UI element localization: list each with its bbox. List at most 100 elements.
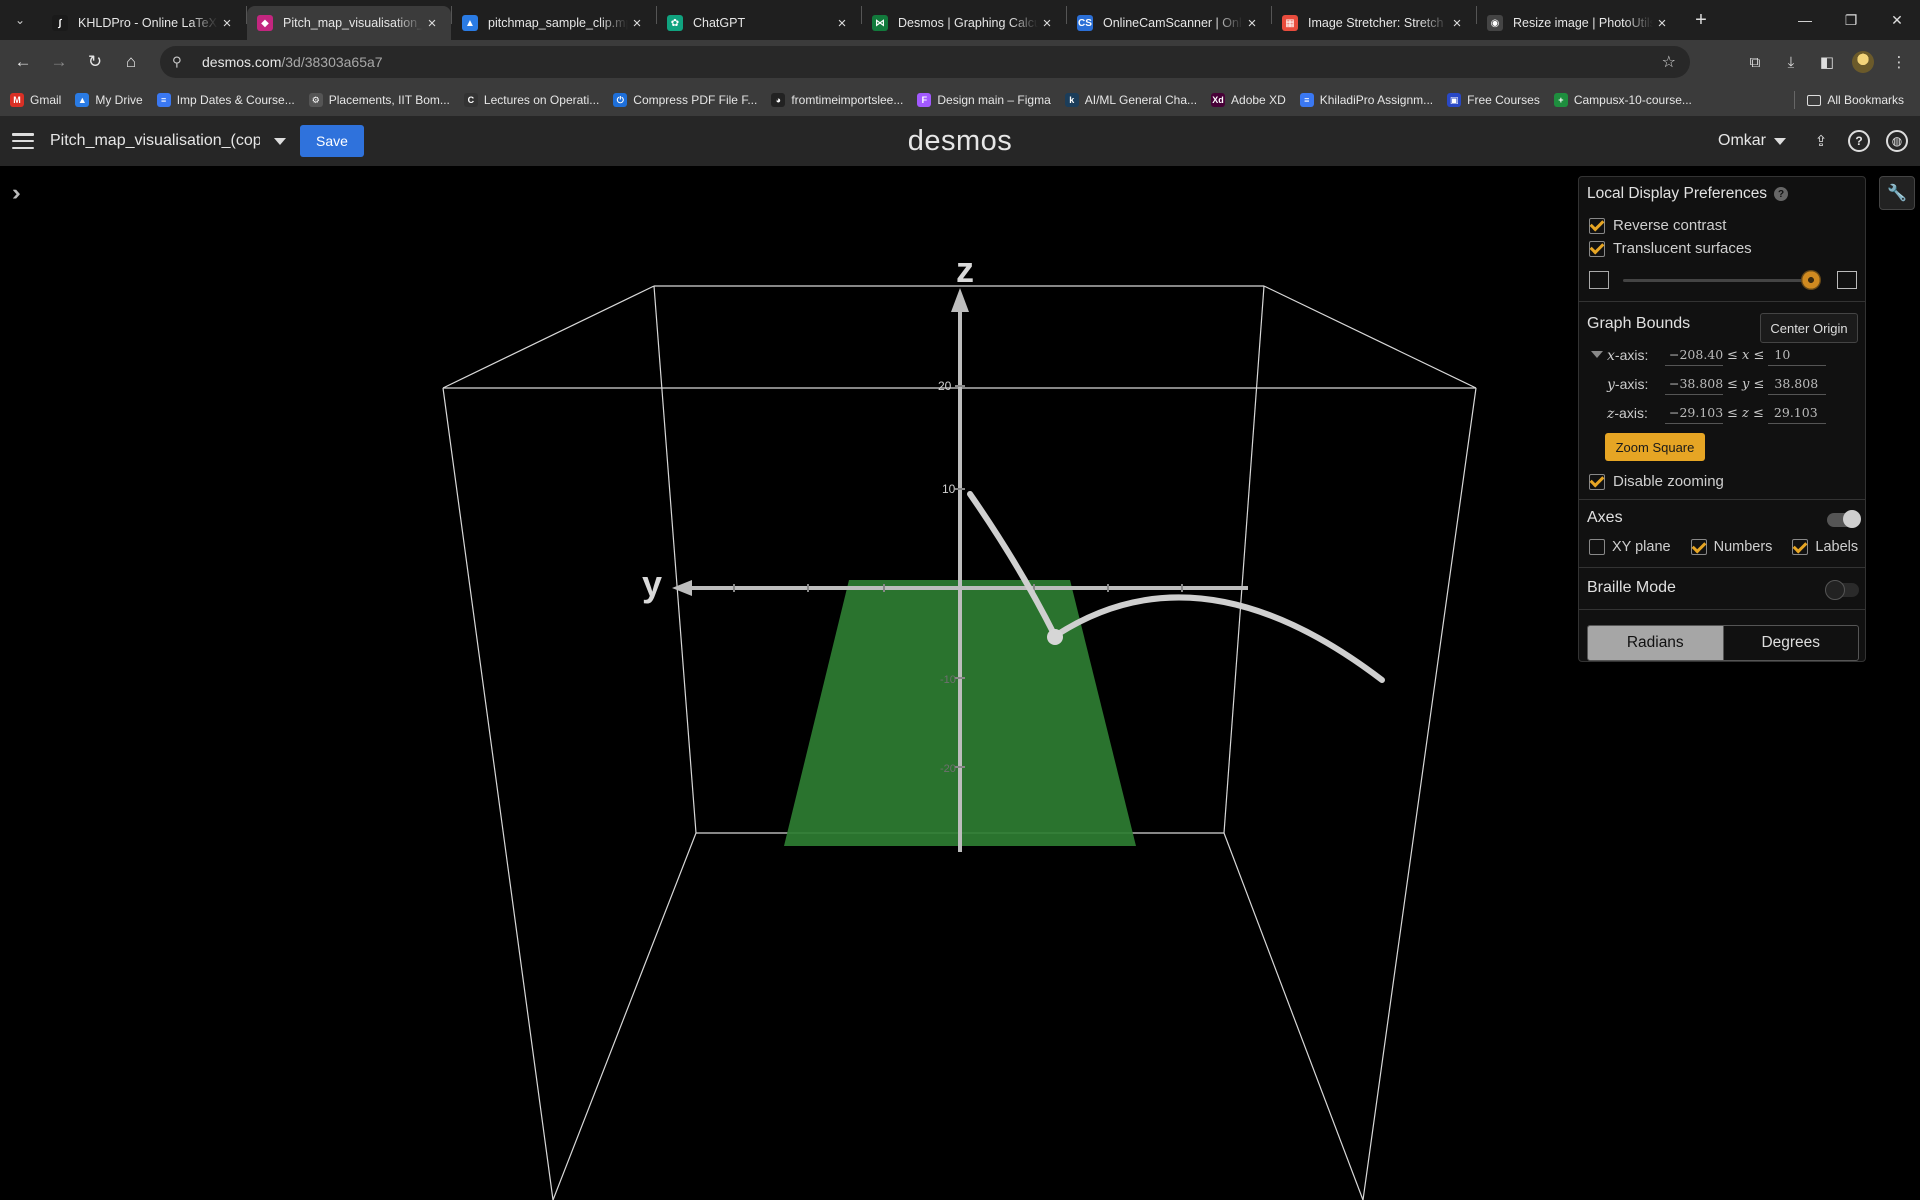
tab-close-icon[interactable]: ×	[1448, 15, 1466, 32]
window-controls: — ❐ ✕	[1782, 0, 1920, 40]
camera-icon: ◉	[1487, 15, 1503, 31]
y-max-input[interactable]: 38.808	[1768, 373, 1827, 395]
tab-close-icon[interactable]: ×	[1653, 15, 1671, 32]
bookmark-label: My Drive	[95, 93, 143, 107]
z-max-input[interactable]: 29.103	[1767, 402, 1826, 424]
khld-icon: ∫	[52, 15, 68, 31]
z-axis-bound-label: z-axis:	[1607, 404, 1648, 422]
bookmark-item[interactable]: ⏻ Compress PDF File F...	[613, 93, 757, 107]
bookmark-item[interactable]: ▲ My Drive	[75, 93, 143, 107]
center-origin-button[interactable]: Center Origin	[1760, 313, 1858, 343]
tab-close-icon[interactable]: ×	[833, 15, 851, 32]
bookmark-item[interactable]: M Gmail	[10, 93, 61, 107]
tab-search-button[interactable]: ⌄	[6, 6, 34, 34]
braille-mode-toggle[interactable]	[1825, 580, 1859, 600]
browser-tab[interactable]: ◆ Pitch_map_visualisation_(copy)×	[247, 6, 451, 40]
tab-close-icon[interactable]: ×	[1243, 15, 1261, 32]
bookmark-star-icon[interactable]: ☆	[1662, 52, 1676, 72]
x-axis-bounds-row: x-axis: −208.40 ≤ x ≤ 10	[1607, 343, 1827, 367]
translucent-surfaces-row[interactable]: Translucent surfaces	[1589, 240, 1752, 257]
browser-tab[interactable]: CS OnlineCamScanner | Online ×	[1067, 6, 1271, 40]
browser-tab[interactable]: ▲ pitchmap_sample_clip.mp4 ×	[452, 6, 656, 40]
bookmark-item[interactable]: Xd Adobe XD	[1211, 93, 1286, 107]
zoom-square-button[interactable]: Zoom Square	[1605, 433, 1705, 461]
extensions-icon[interactable]: ⧉	[1744, 54, 1766, 71]
bookmark-item[interactable]: + Campusx-10-course...	[1553, 93, 1692, 107]
bookmark-item[interactable]: C Lectures on Operati...	[463, 93, 599, 107]
opacity-slider-track[interactable]	[1623, 279, 1813, 282]
browser-tab[interactable]: ∫ KHLDPro - Online LaTeX Editor×	[42, 6, 246, 40]
labels-checkbox[interactable]	[1792, 539, 1809, 555]
desmos-icon: ⋈	[872, 15, 888, 31]
disable-zooming-checkbox[interactable]	[1589, 473, 1605, 490]
bookmark-label: AI/ML General Cha...	[1084, 93, 1198, 107]
site-info-icon[interactable]: ⚲	[172, 54, 192, 70]
x-min-input[interactable]: −208.40	[1665, 344, 1723, 366]
radians-button[interactable]: Radians	[1588, 626, 1723, 660]
bookmark-item[interactable]: F Design main – Figma	[917, 93, 1051, 107]
translucent-surfaces-checkbox[interactable]	[1589, 240, 1605, 257]
bookmark-item[interactable]: ◕ fromtimeimportslee...	[771, 93, 903, 107]
desmos-header: Pitch_map_visualisation_(copy) Save desm…	[0, 116, 1920, 166]
globe-icon[interactable]: ◍	[1886, 130, 1908, 152]
k-icon: k	[1064, 93, 1079, 107]
gear-icon: ⚙	[308, 93, 323, 107]
address-bar[interactable]: ⚲ desmos.com/3d/38303a65a7 ☆	[160, 46, 1690, 78]
z-min-input[interactable]: −29.103	[1665, 402, 1723, 424]
axes-toggle[interactable]	[1827, 510, 1861, 528]
tab-close-icon[interactable]: ×	[218, 15, 236, 32]
browser-tab[interactable]: ⋈ Desmos | Graphing Calculator×	[862, 6, 1066, 40]
browser-tab[interactable]: ▦ Image Stretcher: Stretch Image×	[1272, 6, 1476, 40]
help-icon[interactable]: ?	[1848, 130, 1870, 152]
x-max-input[interactable]: 10	[1768, 344, 1827, 366]
new-tab-button[interactable]: +	[1687, 6, 1715, 34]
profile-avatar[interactable]	[1852, 51, 1874, 73]
user-menu[interactable]: Omkar	[1718, 132, 1786, 150]
disable-zooming-row[interactable]: Disable zooming	[1589, 473, 1724, 490]
tab-close-icon[interactable]: ×	[423, 15, 441, 32]
forward-button[interactable]: →	[42, 45, 76, 79]
degrees-button[interactable]: Degrees	[1724, 626, 1859, 660]
tab-close-icon[interactable]: ×	[628, 15, 646, 32]
side-panel-icon[interactable]: ◧	[1816, 53, 1838, 71]
graph-settings-button[interactable]: 🔧	[1879, 176, 1915, 210]
restore-button[interactable]: ❐	[1828, 0, 1874, 40]
z-tick-label: -20	[940, 763, 956, 775]
reverse-contrast-checkbox[interactable]	[1589, 217, 1605, 234]
tab-close-icon[interactable]: ×	[1038, 15, 1056, 32]
bookmark-item[interactable]: ≡ Imp Dates & Course...	[156, 93, 295, 107]
browser-tab[interactable]: ◉ Resize image | PhotoUtils ×	[1477, 6, 1681, 40]
power-icon: ⏻	[613, 93, 628, 107]
bookmark-item[interactable]: ▣ Free Courses	[1447, 93, 1540, 107]
all-bookmarks-label: All Bookmarks	[1827, 93, 1904, 107]
toolbar-actions: ⧉ ⤓ ◧ ⋮	[1744, 46, 1910, 78]
bookmark-item[interactable]: ⚙ Placements, IIT Bom...	[308, 93, 450, 107]
help-circle-icon[interactable]: ?	[1774, 187, 1789, 201]
title-dropdown-caret-icon[interactable]	[274, 137, 286, 145]
all-bookmarks[interactable]: All Bookmarks	[1794, 84, 1904, 116]
share-icon[interactable]: ⇪	[1810, 130, 1832, 152]
graph-title[interactable]: Pitch_map_visualisation_(copy)	[50, 132, 260, 150]
bookmark-item[interactable]: k AI/ML General Cha...	[1064, 93, 1198, 107]
bookmark-divider	[1794, 91, 1796, 109]
browser-tab[interactable]: ✿ ChatGPT ×	[657, 6, 861, 40]
labels-label: Labels	[1815, 539, 1859, 555]
settings-panel: Local Display Preferences? Reverse contr…	[1578, 176, 1866, 662]
numbers-checkbox[interactable]	[1690, 539, 1707, 555]
figma-icon: F	[917, 93, 932, 107]
collapse-triangle-icon[interactable]	[1591, 351, 1603, 358]
hamburger-menu-icon[interactable]	[12, 133, 34, 149]
reverse-contrast-row[interactable]: Reverse contrast	[1589, 217, 1726, 234]
home-button[interactable]: ⌂	[114, 45, 148, 79]
opacity-slider-thumb[interactable]	[1801, 270, 1821, 290]
close-window-button[interactable]: ✕	[1874, 0, 1920, 40]
xy-plane-checkbox[interactable]	[1589, 539, 1605, 555]
reload-button[interactable]: ↻	[78, 45, 112, 79]
bookmark-item[interactable]: ≡ KhiladiPro Assignm...	[1299, 93, 1433, 107]
back-button[interactable]: ←	[6, 45, 40, 79]
minimize-button[interactable]: —	[1782, 0, 1828, 40]
save-button[interactable]: Save	[300, 125, 364, 157]
y-min-input[interactable]: −38.808	[1665, 373, 1723, 395]
kebab-menu-icon[interactable]: ⋮	[1888, 53, 1910, 71]
download-icon[interactable]: ⤓	[1780, 54, 1802, 71]
